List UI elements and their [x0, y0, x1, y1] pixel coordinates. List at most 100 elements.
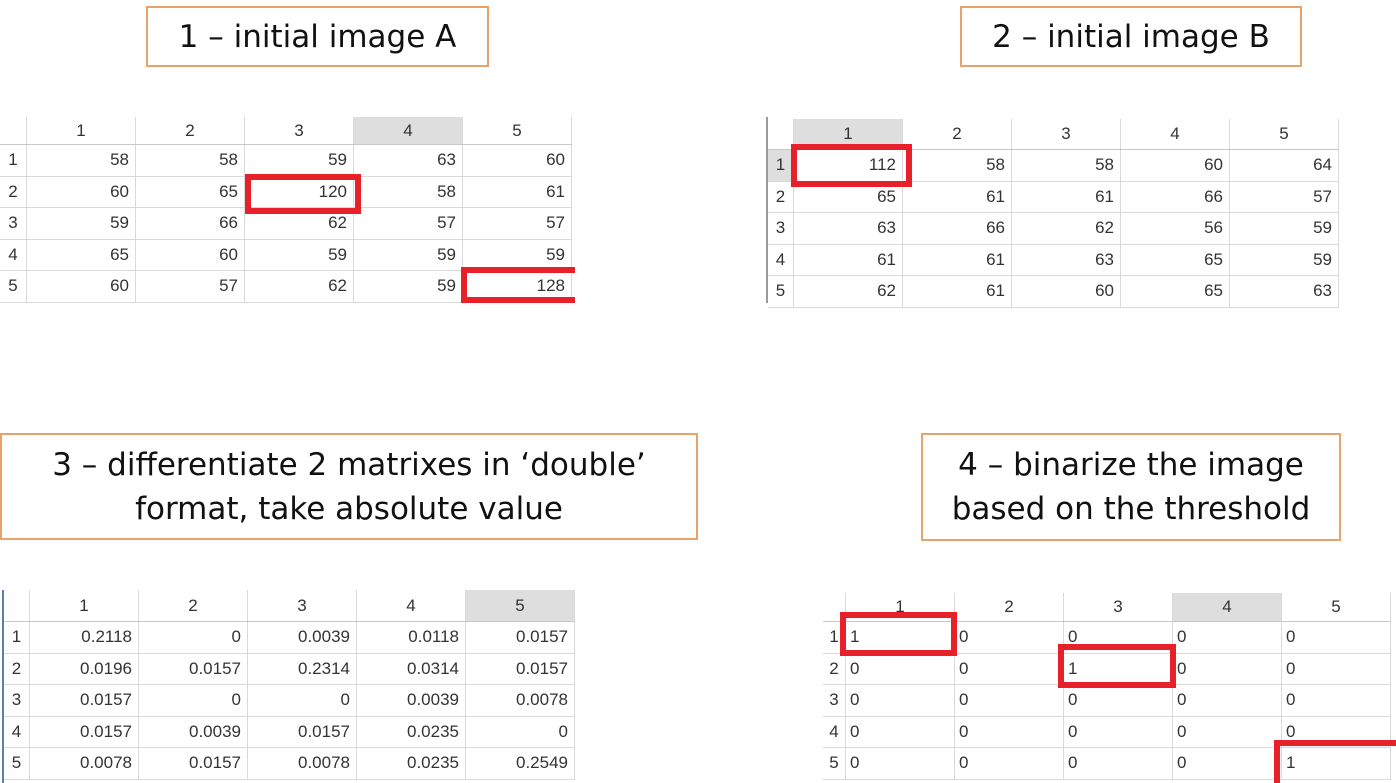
table-cell[interactable]: 58: [136, 145, 245, 176]
table-cell[interactable]: 0: [248, 685, 357, 716]
table-cell[interactable]: 60: [27, 271, 136, 302]
table-cell[interactable]: 128: [463, 271, 572, 302]
table-cell[interactable]: 62: [794, 276, 903, 307]
table-cell[interactable]: 63: [794, 213, 903, 244]
table-cell[interactable]: 65: [1121, 244, 1230, 275]
table-cell[interactable]: 0: [1173, 748, 1282, 779]
table-cell[interactable]: 60: [463, 145, 572, 176]
column-header-5[interactable]: 5: [463, 117, 572, 144]
table-cell[interactable]: 0: [1282, 622, 1391, 653]
table-cell[interactable]: 0.0196: [30, 653, 139, 684]
table-cell[interactable]: 59: [27, 208, 136, 239]
row-header-2[interactable]: 2: [4, 653, 30, 684]
column-header-2[interactable]: 2: [955, 593, 1064, 621]
table-cell[interactable]: 0.2549: [466, 748, 575, 779]
table-cell[interactable]: 0: [846, 653, 955, 684]
table-cell[interactable]: 59: [1230, 213, 1339, 244]
row-header-4[interactable]: 4: [4, 716, 30, 747]
column-header-2[interactable]: 2: [903, 119, 1012, 149]
table-cell[interactable]: 0: [955, 622, 1064, 653]
row-header-3[interactable]: 3: [0, 208, 27, 239]
table-cell[interactable]: 0: [1173, 653, 1282, 684]
column-header-5[interactable]: 5: [1230, 119, 1339, 149]
table-cell[interactable]: 59: [354, 271, 463, 302]
table-cell[interactable]: 61: [903, 276, 1012, 307]
table-cell[interactable]: 0: [1282, 685, 1391, 716]
table-cell[interactable]: 65: [794, 181, 903, 212]
table-cell[interactable]: 65: [136, 176, 245, 207]
table-cell[interactable]: 64: [1230, 150, 1339, 181]
table-cell[interactable]: 59: [354, 239, 463, 270]
row-header-2[interactable]: 2: [823, 653, 846, 684]
table-cell[interactable]: 56: [1121, 213, 1230, 244]
table-cell[interactable]: 59: [245, 239, 354, 270]
table-cell[interactable]: 66: [1121, 181, 1230, 212]
column-header-1[interactable]: 1: [794, 119, 903, 149]
column-header-2[interactable]: 2: [139, 590, 248, 621]
table-cell[interactable]: 58: [354, 176, 463, 207]
table-cell[interactable]: 0.0157: [248, 716, 357, 747]
table-cell[interactable]: 58: [27, 145, 136, 176]
table-cell[interactable]: 63: [1230, 276, 1339, 307]
table-cell[interactable]: 61: [1012, 181, 1121, 212]
table-cell[interactable]: 0.0157: [466, 653, 575, 684]
table-cell[interactable]: 0.0039: [357, 685, 466, 716]
table-cell[interactable]: 0.0157: [139, 653, 248, 684]
column-header-3[interactable]: 3: [1064, 593, 1173, 621]
column-header-4[interactable]: 4: [354, 117, 463, 144]
table-cell[interactable]: 0.2118: [30, 622, 139, 653]
table-cell[interactable]: 62: [245, 271, 354, 302]
table-cell[interactable]: 57: [136, 271, 245, 302]
column-header-2[interactable]: 2: [136, 117, 245, 144]
table-cell[interactable]: 66: [136, 208, 245, 239]
table-cell[interactable]: 0.0039: [248, 622, 357, 653]
table-cell[interactable]: 60: [27, 176, 136, 207]
row-header-4[interactable]: 4: [823, 716, 846, 747]
table-cell[interactable]: 61: [794, 244, 903, 275]
table-cell[interactable]: 63: [354, 145, 463, 176]
table-cell[interactable]: 120: [245, 176, 354, 207]
table-cell[interactable]: 112: [794, 150, 903, 181]
table-cell[interactable]: 0: [955, 685, 1064, 716]
table-cell[interactable]: 0: [846, 685, 955, 716]
table-cell[interactable]: 0.0157: [30, 685, 139, 716]
row-header-2[interactable]: 2: [768, 181, 794, 212]
table-cell[interactable]: 59: [463, 239, 572, 270]
table-cell[interactable]: 0: [1064, 685, 1173, 716]
table-cell[interactable]: 59: [1230, 244, 1339, 275]
column-header-3[interactable]: 3: [248, 590, 357, 621]
table-cell[interactable]: 0.0235: [357, 716, 466, 747]
row-header-3[interactable]: 3: [4, 685, 30, 716]
table-cell[interactable]: 0.0078: [466, 685, 575, 716]
row-header-1[interactable]: 1: [768, 150, 794, 181]
table-cell[interactable]: 0: [955, 653, 1064, 684]
table-cell[interactable]: 0.0157: [139, 748, 248, 779]
column-header-4[interactable]: 4: [1121, 119, 1230, 149]
column-header-1[interactable]: 1: [27, 117, 136, 144]
table-cell[interactable]: 0: [139, 685, 248, 716]
row-header-5[interactable]: 5: [823, 748, 846, 779]
column-header-1[interactable]: 1: [846, 593, 955, 621]
table-cell[interactable]: 58: [903, 150, 1012, 181]
table-cell[interactable]: 0: [1064, 748, 1173, 779]
column-header-1[interactable]: 1: [30, 590, 139, 621]
table-cell[interactable]: 65: [1121, 276, 1230, 307]
table-cell[interactable]: 0: [1064, 716, 1173, 747]
column-header-5[interactable]: 5: [1282, 593, 1391, 621]
table-cell[interactable]: 60: [1121, 150, 1230, 181]
table-cell[interactable]: 0: [955, 748, 1064, 779]
table-cell[interactable]: 0.0157: [30, 716, 139, 747]
row-header-5[interactable]: 5: [4, 748, 30, 779]
row-header-4[interactable]: 4: [768, 244, 794, 275]
table-cell[interactable]: 0: [466, 716, 575, 747]
column-header-4[interactable]: 4: [1173, 593, 1282, 621]
table-cell[interactable]: 0: [846, 748, 955, 779]
table-cell[interactable]: 0: [955, 716, 1064, 747]
table-cell[interactable]: 59: [245, 145, 354, 176]
table-cell[interactable]: 0: [846, 716, 955, 747]
table-cell[interactable]: 0: [1173, 716, 1282, 747]
table-cell[interactable]: 62: [245, 208, 354, 239]
table-cell[interactable]: 0.0314: [357, 653, 466, 684]
table-cell[interactable]: 0.0078: [248, 748, 357, 779]
table-cell[interactable]: 57: [463, 208, 572, 239]
